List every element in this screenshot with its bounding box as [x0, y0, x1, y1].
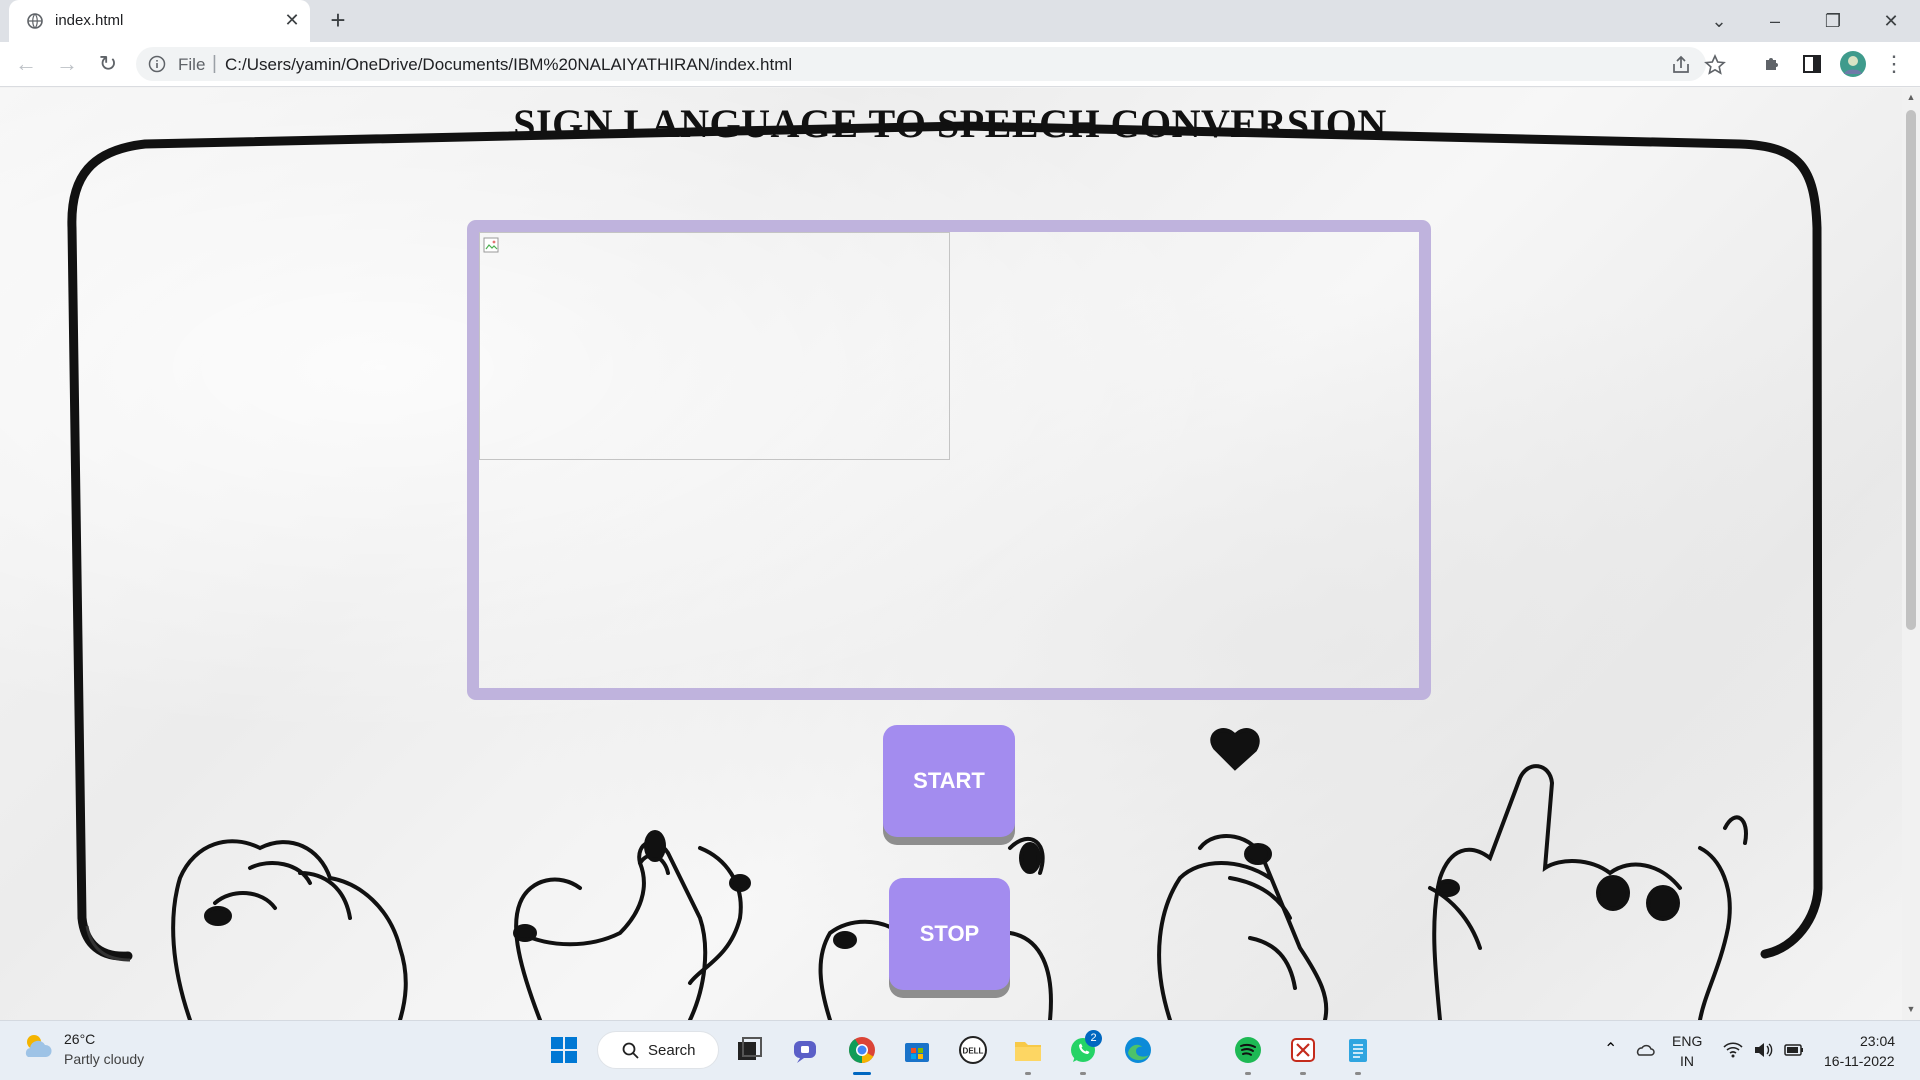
dell-icon[interactable]: DELL — [957, 1034, 989, 1066]
browser-toolbar: ← → ↻ File | C:/Users/yamin/OneDrive/Doc… — [0, 42, 1920, 87]
chrome-active-indicator — [853, 1072, 871, 1075]
extensions-icon[interactable] — [1760, 52, 1784, 76]
close-tab-icon[interactable]: ✕ — [281, 9, 303, 31]
browser-menu-icon[interactable]: ⋮ — [1880, 50, 1908, 78]
stop-button[interactable]: STOP — [889, 878, 1010, 990]
search-icon — [622, 1042, 639, 1059]
windows-taskbar: 26°C Partly cloudy Search DELL 2 ⌃ ENG I… — [0, 1020, 1920, 1080]
task-view-icon[interactable] — [733, 1034, 765, 1066]
start-button[interactable]: START — [883, 725, 1015, 837]
edge-icon[interactable] — [1122, 1034, 1154, 1066]
page-title: SIGN LANGUAGE TO SPEECH CONVERSION — [513, 101, 1387, 146]
show-hidden-icons-icon[interactable]: ⌃ — [1604, 1041, 1624, 1059]
snipping-tool-icon[interactable] — [1287, 1034, 1319, 1066]
scrollbar-thumb[interactable] — [1906, 110, 1916, 630]
scroll-down-icon[interactable]: ▼ — [1906, 1004, 1916, 1014]
page-scrollbar[interactable]: ▲ ▼ — [1902, 88, 1920, 1020]
back-icon[interactable]: ← — [12, 50, 40, 78]
spotify-running-indicator — [1245, 1072, 1251, 1075]
minimize-button[interactable]: – — [1753, 6, 1797, 36]
weather-temperature[interactable]: 26°C — [64, 1031, 95, 1047]
tab-title: index.html — [55, 12, 124, 29]
chrome-icon[interactable] — [846, 1034, 878, 1066]
info-icon[interactable] — [148, 55, 166, 73]
tab-search-icon[interactable]: ⌄ — [1697, 6, 1741, 36]
video-feed-image — [479, 232, 950, 460]
partly-cloudy-icon[interactable] — [20, 1031, 54, 1061]
snipping-running-indicator — [1300, 1072, 1306, 1075]
scheme-label: File — [178, 55, 206, 74]
clock-time[interactable]: 23:04 — [1860, 1033, 1895, 1049]
language-region[interactable]: IN — [1680, 1053, 1694, 1069]
notepad-icon[interactable] — [1342, 1034, 1374, 1066]
bookmark-star-icon[interactable] — [1704, 54, 1726, 76]
scroll-up-icon[interactable]: ▲ — [1906, 92, 1916, 102]
teams-chat-icon[interactable] — [790, 1034, 822, 1066]
microsoft-store-icon[interactable] — [901, 1034, 933, 1066]
notepad-running-indicator — [1355, 1072, 1361, 1075]
svg-text:DELL: DELL — [963, 1047, 984, 1056]
language-indicator[interactable]: ENG — [1672, 1033, 1702, 1049]
close-window-button[interactable]: ✕ — [1869, 6, 1913, 36]
onedrive-icon[interactable] — [1635, 1041, 1655, 1059]
whatsapp-running-indicator — [1080, 1072, 1086, 1075]
taskbar-search[interactable]: Search — [597, 1031, 719, 1069]
battery-icon[interactable] — [1783, 1041, 1805, 1059]
spotify-icon[interactable] — [1232, 1034, 1264, 1066]
video-feed-frame — [467, 220, 1431, 700]
search-label: Search — [648, 1042, 696, 1059]
windows-start-icon[interactable] — [548, 1034, 580, 1066]
page-viewport: SIGN LANGUAGE TO SPEECH CONVERSION START… — [0, 88, 1902, 1020]
address-bar[interactable]: File | C:/Users/yamin/OneDrive/Documents… — [136, 47, 1726, 81]
file-explorer-icon[interactable] — [1012, 1034, 1044, 1066]
broken-image-icon — [483, 237, 499, 253]
weather-condition[interactable]: Partly cloudy — [64, 1051, 144, 1067]
browser-tabstrip: index.html ✕ + ⌄ – ❐ ✕ — [0, 0, 1920, 42]
whatsapp-badge: 2 — [1085, 1030, 1102, 1047]
side-panel-icon[interactable] — [1800, 52, 1824, 76]
share-icon[interactable] — [1670, 54, 1692, 76]
volume-icon[interactable] — [1753, 1041, 1773, 1059]
reload-icon[interactable]: ↻ — [94, 50, 122, 78]
clock-date[interactable]: 16-11-2022 — [1824, 1053, 1895, 1069]
wifi-icon[interactable] — [1723, 1041, 1743, 1059]
explorer-running-indicator — [1025, 1072, 1031, 1075]
url-text[interactable]: C:/Users/yamin/OneDrive/Documents/IBM%20… — [225, 55, 792, 75]
restore-button[interactable]: ❐ — [1811, 6, 1855, 36]
tab-index-html[interactable]: index.html ✕ — [9, 0, 310, 42]
scheme-separator: | — [212, 53, 217, 74]
globe-icon — [27, 13, 43, 29]
new-tab-button[interactable]: + — [324, 7, 352, 35]
profile-avatar[interactable] — [1839, 50, 1867, 78]
forward-icon[interactable]: → — [53, 50, 81, 78]
